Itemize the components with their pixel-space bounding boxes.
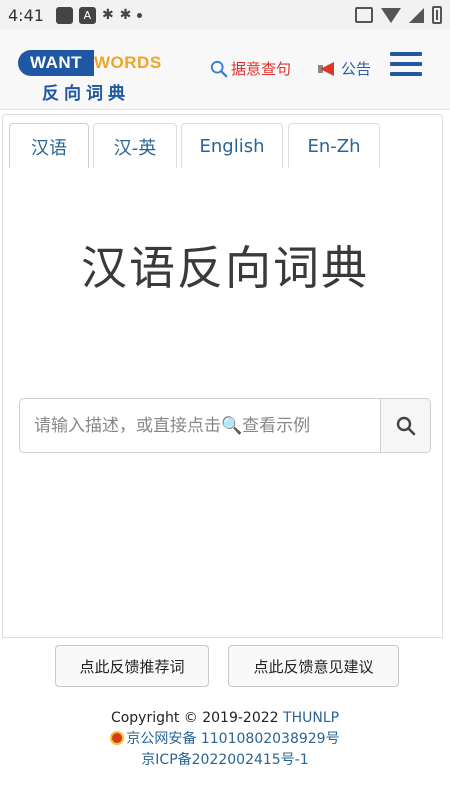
search-form [19, 398, 431, 453]
notification-icons: A ✱ ✱ [55, 6, 143, 24]
logo-words-text: WORDS [94, 53, 162, 72]
notification-a-icon: A [78, 6, 96, 24]
battery-icon [432, 6, 442, 24]
copyright-line: Copyright © 2019-2022 THUNLP [0, 708, 450, 729]
police-record-link[interactable]: 京公网安备 11010802038929号 [126, 731, 339, 747]
search-by-meaning-label: 据意查句 [231, 60, 292, 78]
vibrate-icon [355, 7, 373, 23]
police-badge-icon [110, 731, 125, 745]
page-footer: Copyright © 2019-2022 THUNLP 京公网安备 11010… [0, 708, 450, 771]
search-icon [210, 60, 228, 77]
search-input[interactable] [20, 399, 380, 452]
tab-english-chinese[interactable]: En-Zh [288, 123, 380, 169]
status-time: 4:41 [8, 5, 44, 25]
wantwords-logo[interactable]: WANT WORDS 反向词典 [18, 50, 170, 104]
status-bar: 4:41 A ✱ ✱ [0, 0, 450, 30]
page-title: 汉语反向词典 [81, 241, 369, 295]
bug-icon-2: ✱ [119, 7, 132, 23]
recommend-word-button[interactable]: 点此反馈推荐词 [55, 645, 209, 687]
site-header: WANT WORDS 反向词典 据意查句 公告 [0, 30, 450, 110]
announcement-label: 公告 [341, 60, 372, 78]
search-by-meaning-link[interactable]: 据意查句 [210, 58, 291, 79]
announcement-link[interactable]: 公告 [318, 58, 371, 79]
icp-record-link[interactable]: 京ICP备2022002415号-1 [141, 752, 308, 768]
feedback-button[interactable]: 点此反馈意见建议 [228, 645, 399, 687]
icp-record-line[interactable]: 京ICP备2022002415号-1 [0, 750, 450, 771]
logo-want-text: WANT [18, 50, 94, 76]
tab-chinese-english[interactable]: 汉-英 [93, 123, 177, 169]
language-tabs: 汉语 汉-英 English En-Zh [2, 114, 443, 169]
logo-chinese-text: 反向词典 [42, 84, 130, 104]
copyright-text: Copyright © 2019-2022 [110, 710, 284, 726]
megaphone-icon [318, 61, 338, 77]
police-record-line[interactable]: 京公网安备 11010802038929号 [0, 729, 450, 750]
wifi-icon [381, 7, 401, 23]
system-icons [355, 6, 442, 24]
menu-icon[interactable] [390, 52, 422, 76]
thunlp-link[interactable]: THUNLP [283, 710, 339, 726]
tab-english[interactable]: English [181, 123, 283, 169]
bug-icon: ✱ [101, 7, 114, 23]
more-notifications-dot-icon [137, 12, 143, 18]
cell-signal-icon [409, 7, 424, 23]
search-button[interactable] [380, 399, 430, 452]
notification-square-icon [55, 6, 73, 24]
magnifier-icon [396, 416, 415, 435]
tab-chinese[interactable]: 汉语 [9, 123, 89, 169]
